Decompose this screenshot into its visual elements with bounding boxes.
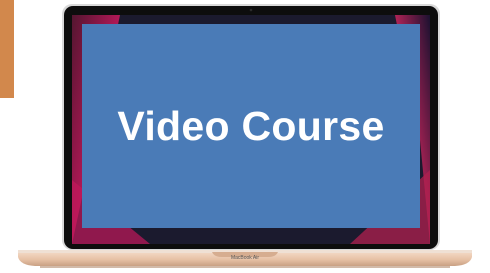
device-brand-label: MacBook Air <box>230 255 260 261</box>
screen-title: Video Course <box>117 102 385 149</box>
base-shadow <box>40 266 450 268</box>
slide-canvas: Video Course MacBook Air <box>0 0 490 273</box>
camera-dot <box>249 8 253 12</box>
